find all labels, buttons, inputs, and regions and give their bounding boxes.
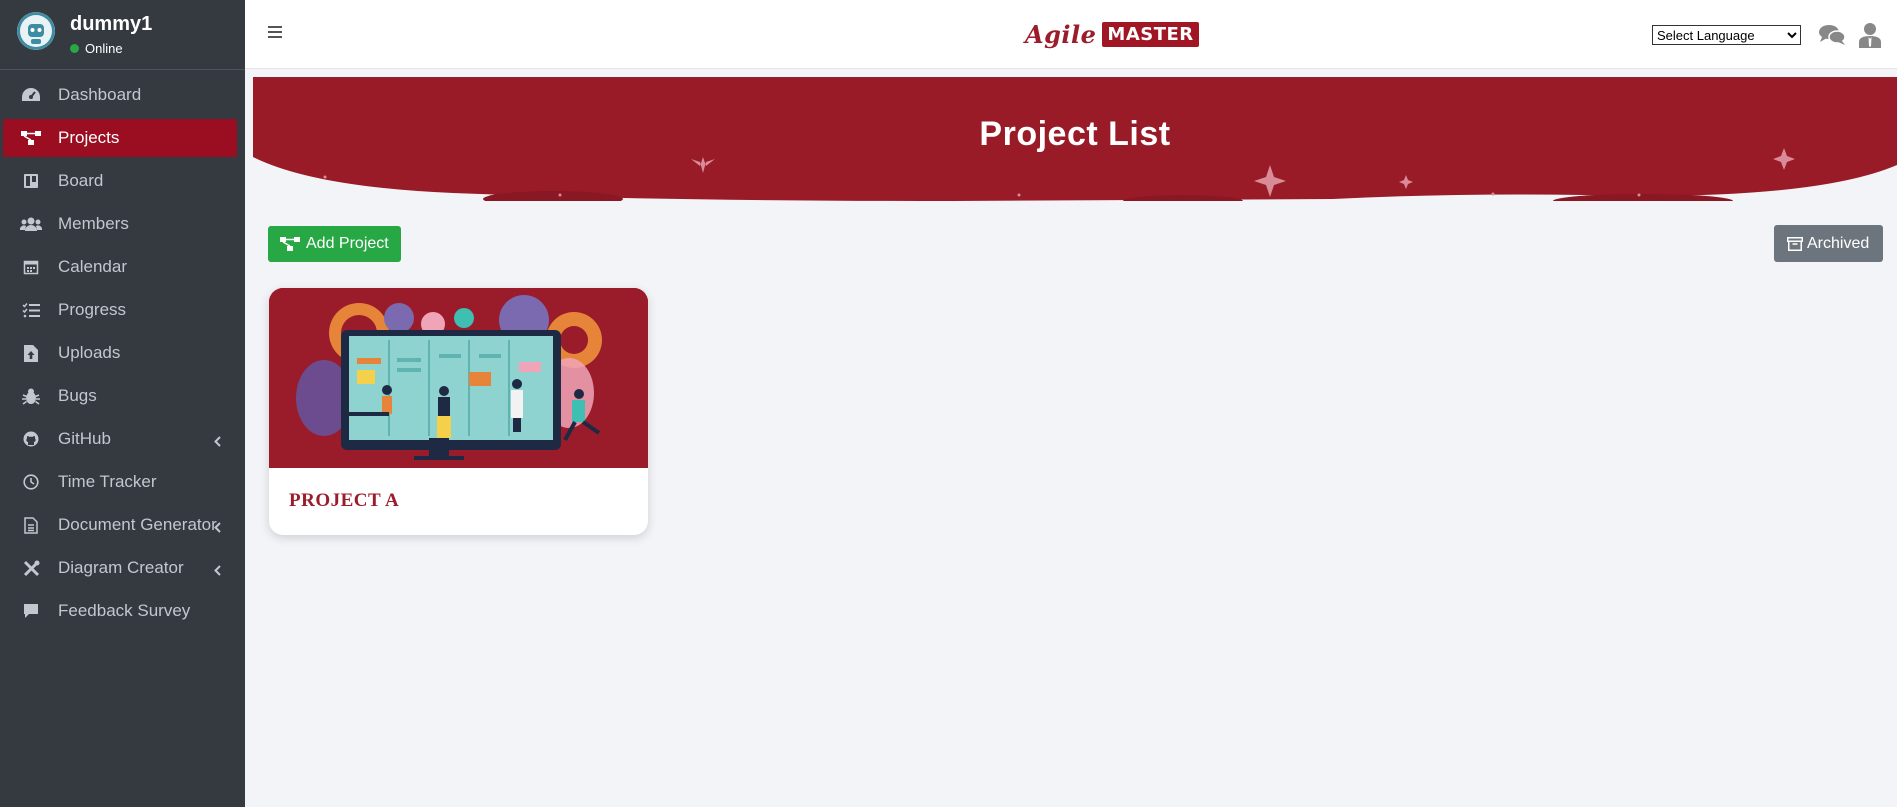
- github-icon: [20, 429, 42, 449]
- sidebar-item-label: Diagram Creator: [58, 558, 184, 577]
- user-profile-icon[interactable]: [1859, 22, 1881, 53]
- top-navbar: Agile MASTER Select Language: [245, 0, 1897, 69]
- sidebar-item-projects[interactable]: Projects: [3, 119, 237, 157]
- sidebar-item-time-tracker[interactable]: Time Tracker: [3, 463, 237, 501]
- page-title: Project List: [979, 115, 1171, 153]
- project-name[interactable]: PROJECT A: [289, 490, 399, 512]
- sidebar-item-label: Board: [58, 171, 104, 190]
- app-logo[interactable]: Agile MASTER: [1025, 20, 1199, 49]
- members-icon: [20, 214, 42, 234]
- sidebar-item-label: Bugs: [58, 386, 97, 405]
- page-header-banner: Project List: [253, 77, 1897, 201]
- sidebar-item-label: Uploads: [58, 343, 121, 362]
- avatar[interactable]: [17, 12, 55, 50]
- hamburger-menu-icon[interactable]: [268, 26, 282, 38]
- chevron-left-icon[interactable]: [214, 561, 221, 581]
- sidebar-item-dashboard[interactable]: Dashboard: [3, 76, 237, 114]
- sidebar-item-label: Document Generator: [58, 515, 217, 534]
- sidebar-nav: Dashboard Projects Board Members Calenda…: [0, 76, 245, 630]
- sidebar: dummy1 Online Dashboard Projects Board M…: [0, 0, 245, 807]
- clock-icon: [20, 472, 42, 492]
- sidebar-item-diagram-creator[interactable]: Diagram Creator: [3, 549, 237, 587]
- sidebar-item-label: Dashboard: [58, 85, 142, 104]
- sidebar-item-uploads[interactable]: Uploads: [3, 334, 237, 372]
- user-panel: dummy1 Online: [0, 0, 245, 70]
- sidebar-item-bugs[interactable]: Bugs: [3, 377, 237, 415]
- sidebar-item-feedback-survey[interactable]: Feedback Survey: [3, 592, 237, 630]
- sidebar-item-calendar[interactable]: Calendar: [3, 248, 237, 286]
- board-icon: [20, 171, 42, 191]
- tools-icon: [20, 558, 42, 578]
- chevron-left-icon[interactable]: [214, 432, 221, 452]
- online-status-icon: [70, 44, 79, 53]
- sidebar-item-label: Calendar: [58, 257, 127, 276]
- sidebar-item-label: Progress: [58, 300, 127, 319]
- chevron-left-icon[interactable]: [214, 518, 221, 538]
- archived-button[interactable]: Archived: [1774, 225, 1883, 262]
- status-label: Online: [85, 41, 123, 56]
- sidebar-item-progress[interactable]: Progress: [3, 291, 237, 329]
- calendar-icon: [20, 257, 42, 277]
- project-card-illustration: [269, 288, 648, 468]
- sidebar-item-label: Feedback Survey: [58, 601, 191, 620]
- logo-block-text: MASTER: [1102, 22, 1199, 47]
- add-project-label: Add Project: [306, 235, 389, 252]
- sidebar-item-board[interactable]: Board: [3, 162, 237, 200]
- user-status: Online: [70, 41, 152, 56]
- logo-script-text: Agile: [1025, 20, 1097, 49]
- sidebar-item-label: Projects: [58, 128, 120, 147]
- project-diagram-icon: [280, 236, 300, 252]
- user-name[interactable]: dummy1: [70, 12, 152, 36]
- comment-icon: [20, 601, 42, 621]
- dashboard-icon: [20, 85, 42, 105]
- tasks-icon: [20, 300, 42, 320]
- language-select[interactable]: Select Language: [1652, 25, 1801, 45]
- sidebar-item-members[interactable]: Members: [3, 205, 237, 243]
- archive-icon: [1787, 236, 1803, 251]
- archived-label: Archived: [1807, 234, 1870, 252]
- bug-icon: [20, 386, 42, 406]
- sidebar-item-label: GitHub: [58, 429, 111, 448]
- sidebar-item-github[interactable]: GitHub: [3, 420, 237, 458]
- sidebar-item-label: Time Tracker: [58, 472, 157, 491]
- file-upload-icon: [20, 343, 42, 363]
- document-icon: [20, 515, 42, 535]
- add-project-button[interactable]: Add Project: [268, 226, 401, 262]
- sidebar-item-document-generator[interactable]: Document Generator: [3, 506, 237, 544]
- sidebar-item-label: Members: [58, 214, 129, 233]
- chat-icon[interactable]: [1818, 24, 1846, 51]
- project-diagram-icon: [20, 128, 42, 148]
- project-card[interactable]: PROJECT A: [269, 288, 648, 535]
